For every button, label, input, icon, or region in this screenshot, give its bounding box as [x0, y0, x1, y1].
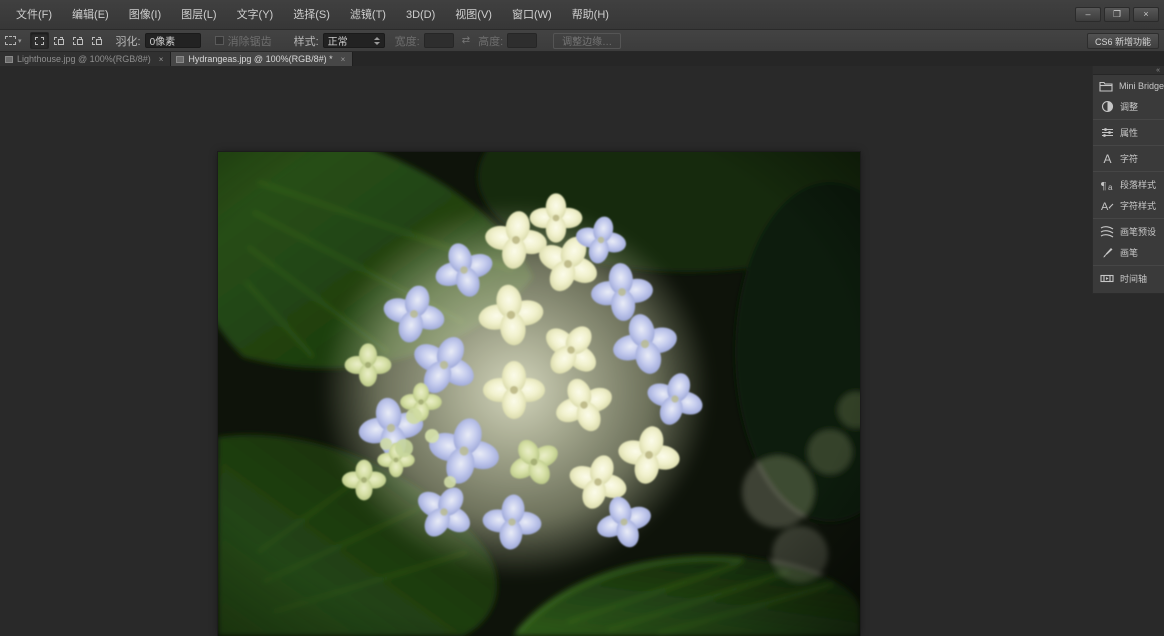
- new-selection-icon: [34, 36, 44, 45]
- workspace-switcher-button[interactable]: CS6 新增功能: [1086, 33, 1159, 49]
- paragraph-styles-icon: ¶ a: [1099, 178, 1115, 192]
- height-input[interactable]: [507, 33, 538, 48]
- menu-item[interactable]: 视图(V): [445, 0, 502, 30]
- subtract-from-selection-button[interactable]: [68, 32, 87, 49]
- new-selection-button[interactable]: [29, 32, 49, 49]
- marquee-tool-icon: [5, 36, 16, 45]
- panel-button-adjustments[interactable]: 调整: [1093, 96, 1164, 117]
- tab-strip: Lighthouse.jpg @ 100%(RGB/8#) × Hydrangeas…: [0, 52, 1164, 66]
- feather-label: 羽化:: [115, 35, 141, 48]
- panel-button-brush[interactable]: 画笔: [1093, 242, 1164, 263]
- photoshop-window: 文件(F) 编辑(E) 图像(I) 图层(L) 文字(Y) 选择(S) 滤镜(T) 3D(D)…: [0, 0, 1164, 636]
- character-styles-icon: A: [1099, 199, 1115, 213]
- intersect-selection-button[interactable]: [87, 32, 106, 49]
- panel-button-properties[interactable]: 属性: [1093, 122, 1164, 143]
- dock-separator: [1093, 145, 1164, 146]
- panel-button-label: 画笔: [1120, 248, 1139, 258]
- add-to-selection-button[interactable]: [49, 32, 68, 49]
- width-label: 宽度:: [394, 35, 420, 48]
- panel-button-label: Mini Bridge: [1118, 80, 1164, 91]
- close-button[interactable]: ×: [1133, 7, 1159, 22]
- panel-button-timeline[interactable]: 时间轴: [1093, 268, 1164, 289]
- menu-item[interactable]: 滤镜(T): [340, 0, 396, 30]
- menu-item[interactable]: 编辑(E): [62, 0, 119, 30]
- tool-preset-picker[interactable]: ▾: [5, 36, 22, 45]
- menu-item[interactable]: 图像(I): [119, 0, 171, 30]
- dock-separator: [1093, 218, 1164, 219]
- antialias-checkbox[interactable]: [214, 36, 224, 45]
- window-controls: – ❐ ×: [1075, 7, 1159, 22]
- panel-button-character[interactable]: A 字符: [1093, 148, 1164, 169]
- menu-item[interactable]: 图层(L): [171, 0, 226, 30]
- document-thumbnail-icon: [176, 55, 185, 63]
- menu-item[interactable]: 3D(D): [396, 0, 445, 30]
- panel-button-label: 时间轴: [1120, 274, 1148, 284]
- restore-button[interactable]: ❐: [1104, 7, 1130, 22]
- dock-separator: [1093, 265, 1164, 266]
- panel-dock-items: Mini Bridge 调整属性 A 字符 ¶ a 段落样式 A 字符样式画笔预设画笔时间轴: [1093, 75, 1164, 289]
- chevron-down-icon: ▾: [18, 37, 22, 45]
- dock-separator: [1093, 119, 1164, 120]
- brush-presets-icon: [1099, 225, 1115, 239]
- panel-button-character-styles[interactable]: A 字符样式: [1093, 195, 1164, 216]
- brush-icon: [1099, 246, 1115, 260]
- svg-text:A: A: [1101, 201, 1109, 212]
- antialias-label: 消除锯齿: [227, 35, 272, 48]
- link-dimensions-icon[interactable]: ⇄: [462, 35, 470, 46]
- feather-input[interactable]: 0像素: [144, 33, 201, 48]
- panel-button-label: 画笔预设: [1120, 227, 1157, 237]
- character-icon: A: [1099, 152, 1115, 166]
- svg-text:¶: ¶: [1101, 180, 1106, 191]
- menu-bar-items: 文件(F) 编辑(E) 图像(I) 图层(L) 文字(Y) 选择(S) 滤镜(T) 3D(D)…: [0, 0, 619, 29]
- properties-icon: [1099, 126, 1115, 140]
- tab-label: Hydrangeas.jpg @ 100%(RGB/8#) *: [188, 54, 333, 64]
- adjustments-icon: [1099, 100, 1115, 114]
- svg-text:a: a: [1108, 183, 1113, 191]
- dock-separator: [1093, 171, 1164, 172]
- dock-header[interactable]: «: [1093, 66, 1164, 75]
- menu-bar: 文件(F) 编辑(E) 图像(I) 图层(L) 文字(Y) 选择(S) 滤镜(T) 3D(D)…: [0, 0, 1164, 30]
- panel-button-label: 字符样式: [1120, 201, 1157, 211]
- pasteboard: « Mini Bridge 调整属性 A 字符 ¶ a 段落样式 A 字符样式画笔预设画笔时间轴: [0, 66, 1164, 636]
- width-input[interactable]: [423, 33, 454, 48]
- style-dropdown[interactable]: 正常: [322, 33, 385, 48]
- style-label: 样式:: [293, 35, 319, 48]
- panel-button-brush-presets[interactable]: 画笔预设: [1093, 221, 1164, 242]
- minimize-button[interactable]: –: [1075, 7, 1101, 22]
- panel-button-mini-bridge[interactable]: Mini Bridge: [1093, 75, 1164, 96]
- menu-item[interactable]: 选择(S): [283, 0, 340, 30]
- panel-button-label: 段落样式: [1120, 180, 1157, 190]
- refine-edge-button[interactable]: 调整边缘…: [553, 32, 622, 49]
- menu-item[interactable]: 文字(Y): [227, 0, 284, 30]
- panel-button-label: 属性: [1120, 128, 1139, 138]
- canvas-image[interactable]: [217, 151, 861, 636]
- menu-item[interactable]: 窗口(W): [502, 0, 562, 30]
- selection-mode-group: [29, 32, 106, 49]
- document-thumbnail-icon: [5, 55, 13, 63]
- panel-button-paragraph-styles[interactable]: ¶ a 段落样式: [1093, 174, 1164, 195]
- tool-options-bar: ▾ 羽化: 0像素 消除锯齿 样式: 正常 宽度: ⇄ 高度: 调整边缘… CS…: [0, 30, 1164, 52]
- panel-button-label: 调整: [1120, 102, 1139, 112]
- height-label: 高度:: [478, 35, 504, 48]
- panel-dock: « Mini Bridge 调整属性 A 字符 ¶ a 段落样式 A 字符样式画笔预设画笔时间轴: [1092, 66, 1164, 294]
- spinner-icon: [373, 36, 380, 45]
- document-tab[interactable]: Hydrangeas.jpg @ 100%(RGB/8#) * ×: [171, 52, 354, 66]
- timeline-icon: [1099, 272, 1115, 286]
- menu-item[interactable]: 帮助(H): [562, 0, 619, 30]
- tab-label: Lighthouse.jpg @ 100%(RGB/8#): [17, 54, 151, 64]
- document-tab[interactable]: Lighthouse.jpg @ 100%(RGB/8#) ×: [0, 52, 172, 66]
- tab-close-icon[interactable]: ×: [339, 55, 348, 64]
- menu-item[interactable]: 文件(F): [6, 0, 62, 30]
- mini-bridge-icon: [1099, 79, 1114, 93]
- svg-text:A: A: [1103, 152, 1111, 165]
- panel-button-label: 字符: [1120, 154, 1139, 164]
- tab-close-icon[interactable]: ×: [157, 55, 166, 64]
